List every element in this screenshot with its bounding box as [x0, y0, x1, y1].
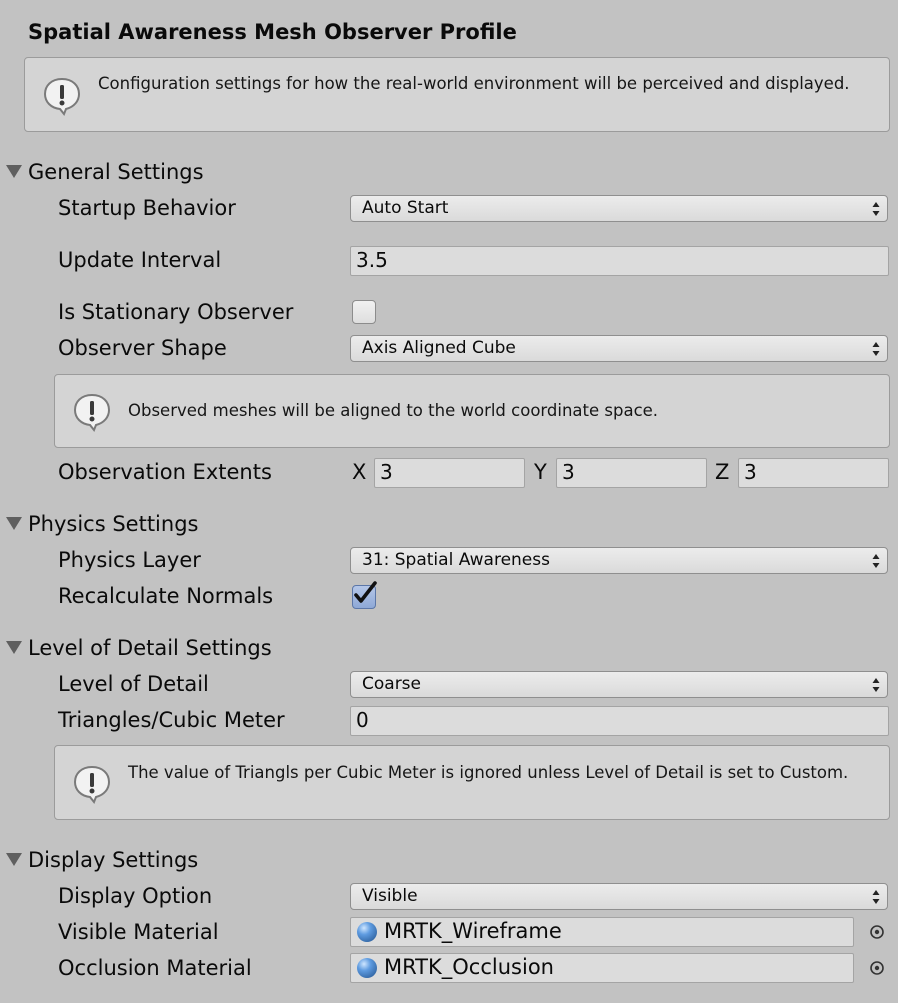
checkbox-is-stationary-observer[interactable] — [352, 300, 376, 324]
input-extent-x[interactable]: 3 — [374, 458, 525, 488]
foldout-display-settings[interactable]: Display Settings — [6, 848, 198, 872]
foldout-arrow-icon — [6, 165, 22, 178]
label-is-stationary-observer: Is Stationary Observer — [58, 300, 294, 324]
help-box-observer-shape: Observed meshes will be aligned to the w… — [54, 374, 890, 448]
dropdown-arrows-icon — [872, 890, 880, 904]
foldout-lod-settings[interactable]: Level of Detail Settings — [6, 636, 272, 660]
dropdown-value: Coarse — [362, 674, 421, 694]
label-visible-material: Visible Material — [58, 920, 219, 944]
label-physics-layer: Physics Layer — [58, 548, 201, 572]
input-extent-z[interactable]: 3 — [738, 458, 889, 488]
dropdown-level-of-detail[interactable]: Coarse — [350, 671, 888, 698]
warning-icon — [73, 393, 111, 432]
label-triangles-per-cubic-meter: Triangles/Cubic Meter — [58, 708, 285, 732]
checkmark-icon — [354, 581, 377, 603]
material-sphere-icon — [357, 958, 377, 978]
help-text-lod: The value of Triangls per Cubic Meter is… — [128, 763, 849, 782]
label-level-of-detail: Level of Detail — [58, 672, 209, 696]
input-extent-y[interactable]: 3 — [556, 458, 707, 488]
help-box-header: Configuration settings for how the real-… — [24, 57, 890, 132]
label-extent-z: Z — [715, 460, 730, 484]
dropdown-arrows-icon — [872, 202, 880, 216]
warning-icon — [73, 765, 111, 804]
object-picker-icon[interactable] — [869, 924, 885, 940]
label-recalculate-normals: Recalculate Normals — [58, 584, 274, 608]
label-observation-extents: Observation Extents — [58, 460, 272, 484]
foldout-general-settings[interactable]: General Settings — [6, 160, 204, 184]
dropdown-observer-shape[interactable]: Axis Aligned Cube — [350, 335, 888, 362]
label-update-interval: Update Interval — [58, 248, 222, 272]
warning-icon — [43, 77, 81, 116]
dropdown-arrows-icon — [872, 342, 880, 356]
help-box-lod: The value of Triangls per Cubic Meter is… — [54, 745, 890, 820]
object-field-value: MRTK_Occlusion — [384, 955, 554, 979]
label-occlusion-material: Occlusion Material — [58, 956, 252, 980]
dropdown-startup-behavior[interactable]: Auto Start — [350, 195, 888, 222]
object-picker-icon[interactable] — [869, 960, 885, 976]
foldout-arrow-icon — [6, 641, 22, 654]
object-field-value: MRTK_Wireframe — [384, 919, 562, 943]
material-sphere-icon — [357, 922, 377, 942]
dropdown-arrows-icon — [872, 554, 880, 568]
object-field-occlusion-material[interactable]: MRTK_Occlusion — [350, 953, 854, 983]
dropdown-arrows-icon — [872, 678, 880, 692]
input-triangles-per-cubic-meter[interactable]: 0 — [350, 706, 889, 736]
dropdown-value: 31: Spatial Awareness — [362, 550, 550, 570]
label-observer-shape: Observer Shape — [58, 336, 227, 360]
dropdown-value: Auto Start — [362, 198, 449, 218]
page-title: Spatial Awareness Mesh Observer Profile — [28, 20, 517, 44]
label-startup-behavior: Startup Behavior — [58, 196, 236, 220]
foldout-arrow-icon — [6, 517, 22, 530]
foldout-arrow-icon — [6, 853, 22, 866]
section-title: Level of Detail Settings — [28, 636, 272, 660]
object-field-visible-material[interactable]: MRTK_Wireframe — [350, 917, 854, 947]
dropdown-value: Axis Aligned Cube — [362, 338, 516, 358]
dropdown-display-option[interactable]: Visible — [350, 883, 888, 910]
input-update-interval[interactable]: 3.5 — [350, 246, 889, 276]
label-display-option: Display Option — [58, 884, 213, 908]
help-text-observer-shape: Observed meshes will be aligned to the w… — [128, 401, 659, 420]
section-title: General Settings — [28, 160, 204, 184]
section-title: Physics Settings — [28, 512, 199, 536]
checkbox-recalculate-normals[interactable] — [352, 581, 377, 609]
dropdown-physics-layer[interactable]: 31: Spatial Awareness — [350, 547, 888, 574]
label-extent-x: X — [352, 460, 367, 484]
section-title: Display Settings — [28, 848, 199, 872]
help-text-header: Configuration settings for how the real-… — [98, 74, 850, 93]
foldout-physics-settings[interactable]: Physics Settings — [6, 512, 198, 536]
dropdown-value: Visible — [362, 886, 418, 906]
label-extent-y: Y — [534, 460, 547, 484]
